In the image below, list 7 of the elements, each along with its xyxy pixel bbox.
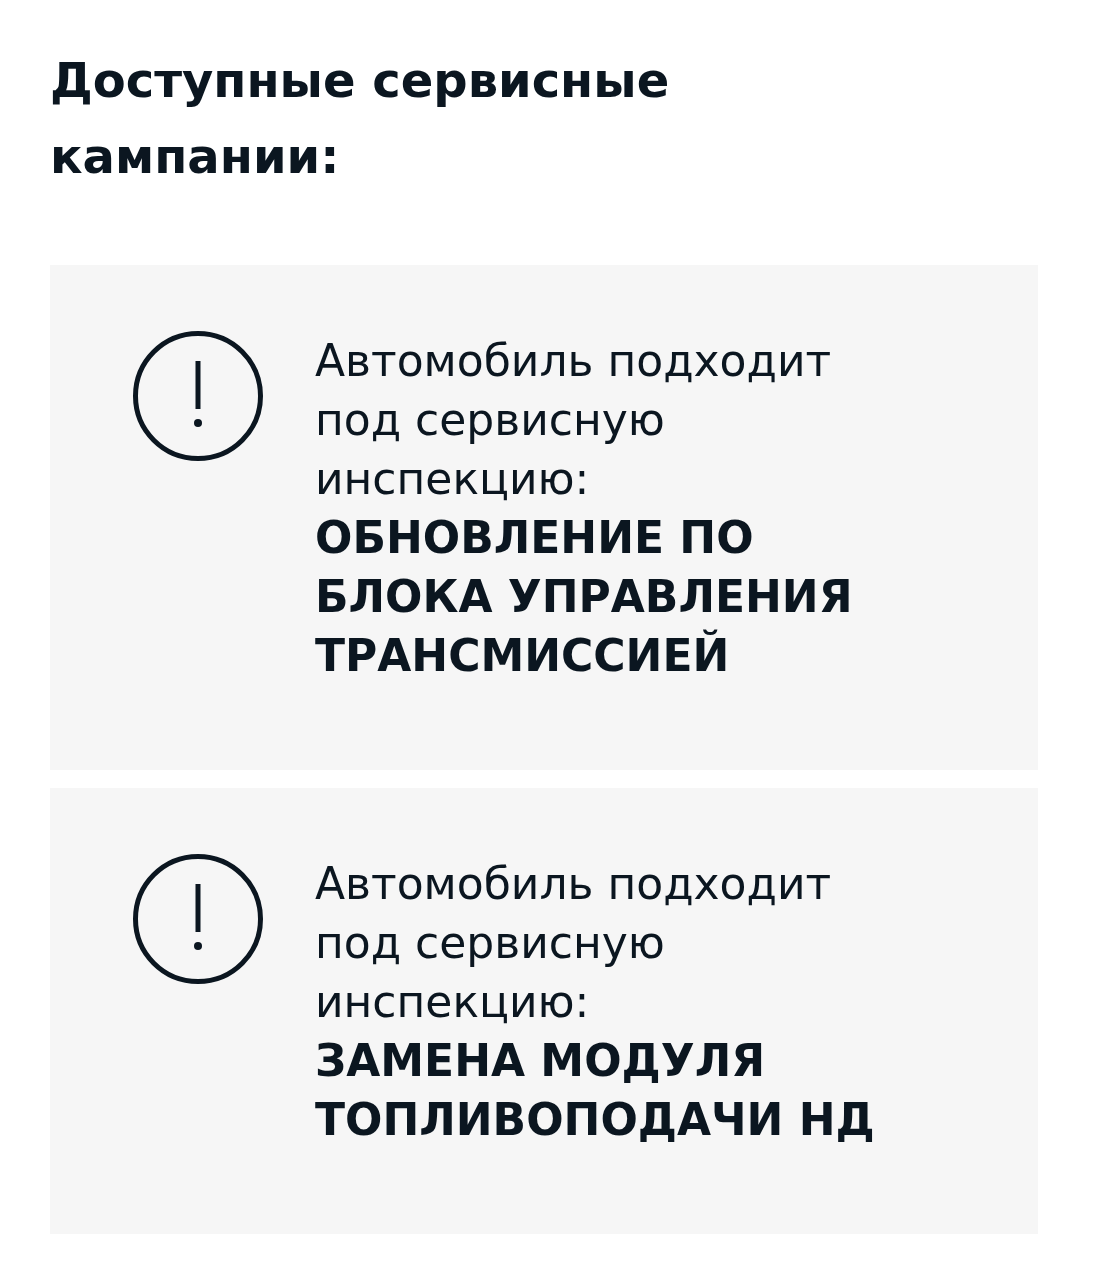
exclamation-circle-icon: [133, 854, 263, 984]
campaign-name: ЗАМЕНА МОДУЛЯ ТОПЛИВОПОДАЧИ НД: [315, 1034, 876, 1147]
campaign-name: ОБНОВЛЕНИЕ ПО БЛОКА УПРАВЛЕНИЯ ТРАНСМИССИЕЙ: [315, 511, 854, 683]
campaign-intro-text: Автомобиль подходит под сервисную инспекцию:: [315, 334, 833, 506]
page-heading: Доступные сервисные кампании:: [50, 51, 671, 186]
campaign-intro-text: Автомобиль подходит под сервисную инспекцию:: [315, 857, 833, 1029]
exclamation-circle-icon: [133, 331, 263, 461]
